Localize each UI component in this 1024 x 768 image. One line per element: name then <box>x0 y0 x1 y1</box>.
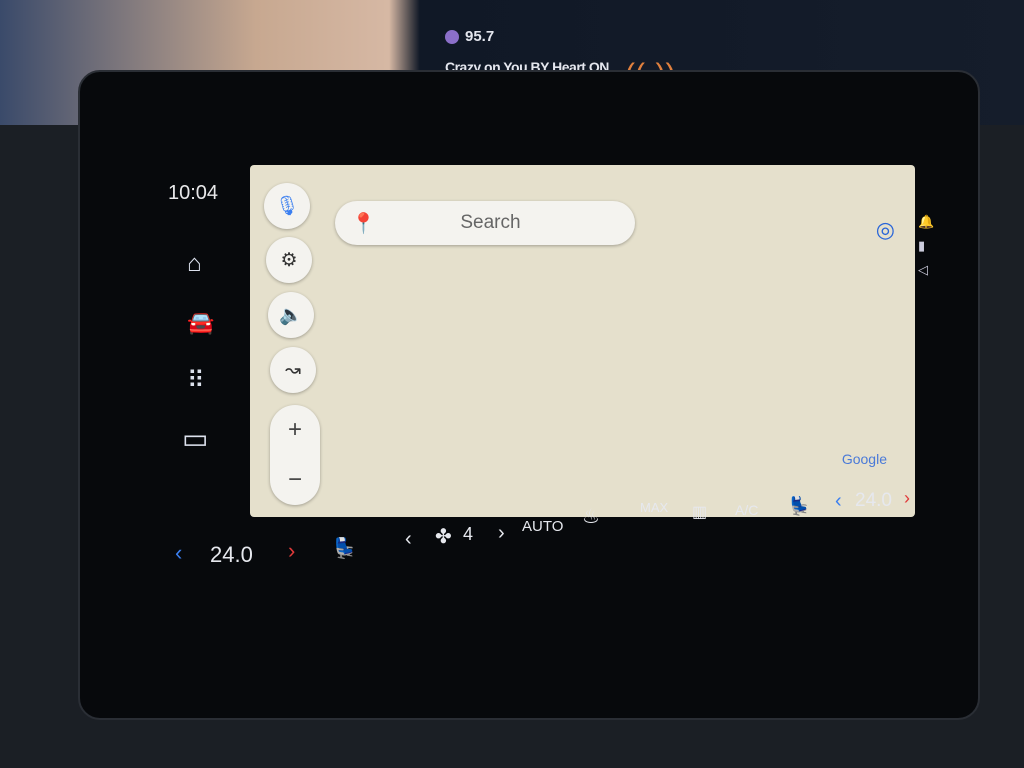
signal-icon: ▮ <box>918 238 926 253</box>
account-icon[interactable]: ◎ <box>876 217 895 243</box>
left-temp-decrease[interactable]: ‹ <box>175 540 182 566</box>
volume-icon[interactable]: 🔈 <box>268 292 314 338</box>
search-placeholder: Search <box>460 212 521 233</box>
passenger-seat-heat-icon[interactable]: 💺 <box>788 496 810 517</box>
status-icons: 🔔 ▮ ◁ <box>918 210 934 282</box>
navigation-arrow-icon: ◁ <box>918 262 928 277</box>
fan-increase[interactable]: › <box>498 522 505 545</box>
google-maps-pin-icon: 📍 <box>351 212 376 235</box>
right-temp: 24.0 <box>855 490 892 511</box>
settings-icon[interactable]: ⚙ <box>266 237 312 283</box>
zoom-in-button[interactable]: + <box>270 405 320 455</box>
climate-bar: ‹ 24.0 › 💺 ‹ ✤ 4 › AUTO ♨ MAX ▥ A/C 💺 ‹ … <box>170 488 920 568</box>
left-temp-increase[interactable]: › <box>288 538 295 564</box>
fan-speed: 4 <box>463 524 474 544</box>
fan-decrease[interactable]: ‹ <box>405 528 412 551</box>
car-icon[interactable]: 🚘 <box>187 310 214 336</box>
search-bar[interactable]: 📍 Search <box>335 201 635 245</box>
rear-defrost-icon[interactable]: ▥ <box>692 502 707 522</box>
fan-icon: ✤ <box>435 526 452 548</box>
station-frequency: 95.7 <box>465 28 495 45</box>
google-logo: Google <box>841 451 887 467</box>
right-temp-increase[interactable]: › <box>904 488 910 509</box>
heated-seat-steering-icon[interactable]: 💺 <box>332 536 357 561</box>
notification-bell-icon[interactable]: 🔔 <box>918 210 934 234</box>
radio-info: 95.7 Crazy on You BY Heart ON <box>445 28 609 75</box>
air-recirculation-icon[interactable]: ♨ <box>582 504 600 529</box>
radio-logo-icon <box>445 29 459 44</box>
ac-button[interactable]: A/C <box>735 502 758 518</box>
auto-button[interactable]: AUTO <box>522 518 563 535</box>
clock: 10:04 <box>168 182 219 204</box>
max-defrost-button[interactable]: MAX <box>640 500 668 515</box>
left-temp: 24.0 <box>210 542 253 567</box>
home-icon[interactable]: ⌂ <box>187 250 202 278</box>
split-view-icon[interactable]: ▭ <box>182 422 208 455</box>
map-view[interactable]: 🎙 ⚙ 🔈 ↝ 📍 Search + − ◎ Google <box>250 165 915 517</box>
right-temp-decrease[interactable]: ‹ <box>835 490 842 513</box>
apps-grid-icon[interactable]: ⠿ <box>187 366 205 395</box>
route-icon[interactable]: ↝ <box>270 347 316 393</box>
microphone-icon[interactable]: 🎙 <box>264 183 310 229</box>
